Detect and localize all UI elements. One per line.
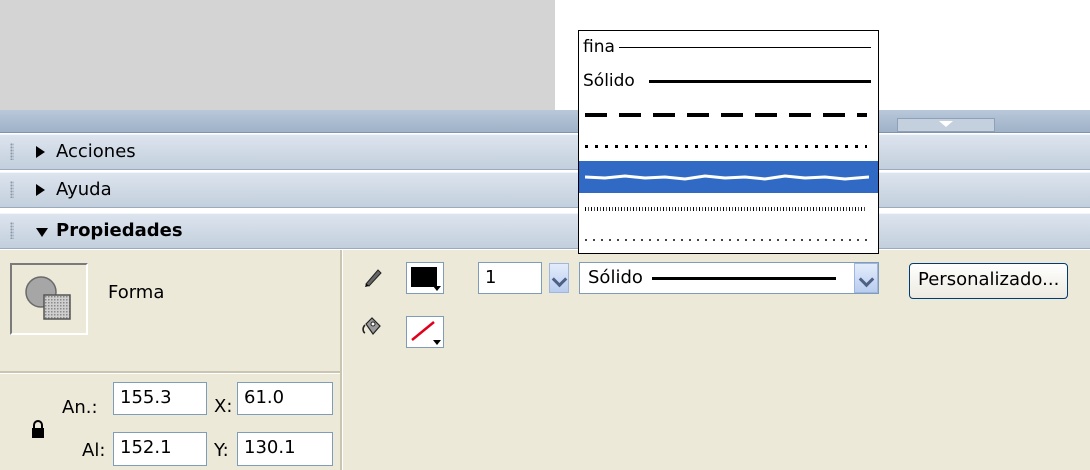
stippled-preview xyxy=(585,207,867,211)
panel-title: Acciones xyxy=(56,141,136,162)
chevron-down-icon xyxy=(858,271,875,288)
stroke-style-value: Sólido xyxy=(588,267,643,288)
width-label: An.: xyxy=(62,397,98,418)
x-label: X: xyxy=(214,396,233,417)
grip-icon[interactable] xyxy=(10,222,14,239)
collapse-arrow-icon xyxy=(939,121,953,127)
stroke-style-option-fina[interactable]: fina xyxy=(579,31,878,63)
panel-title: Ayuda xyxy=(56,179,112,200)
stroke-color-swatch[interactable] xyxy=(406,262,444,294)
stage-area xyxy=(0,0,555,110)
collapse-arrow-icon xyxy=(36,228,48,237)
height-label: Al: xyxy=(82,440,106,461)
hatched-preview xyxy=(585,239,867,241)
panel-title: Propiedades xyxy=(56,220,183,241)
stroke-style-dropdown-button[interactable] xyxy=(854,263,878,293)
custom-stroke-button[interactable]: Personalizado... xyxy=(909,263,1069,299)
dashed-preview xyxy=(585,113,867,117)
stroke-style-option-hatched[interactable] xyxy=(579,223,878,255)
lock-icon[interactable] xyxy=(30,420,46,440)
panel-header-acciones[interactable]: Acciones xyxy=(0,134,1090,170)
stroke-style-option-dotted[interactable] xyxy=(579,129,878,161)
pencil-icon xyxy=(365,269,382,287)
shape-icon xyxy=(25,276,71,320)
divider xyxy=(340,250,343,470)
expand-arrow-icon xyxy=(36,146,45,158)
collapse-panel-button[interactable] xyxy=(897,118,995,132)
panel-header-ayuda[interactable]: Ayuda xyxy=(0,172,1090,208)
expand-arrow-icon xyxy=(36,184,45,196)
option-label: fina xyxy=(583,37,615,57)
stroke-style-option-ragged[interactable] xyxy=(579,161,878,193)
grip-icon[interactable] xyxy=(10,181,14,198)
paint-bucket-icon xyxy=(362,317,381,335)
y-input[interactable]: 130.1 xyxy=(237,432,333,466)
solid-preview xyxy=(649,80,871,83)
stroke-style-option-dashed[interactable] xyxy=(579,97,878,129)
dotted-preview xyxy=(585,145,867,148)
grip-icon[interactable] xyxy=(10,143,14,160)
ragged-preview xyxy=(585,174,869,181)
stroke-style-option-solido[interactable]: Sólido xyxy=(579,65,878,97)
chevron-down-icon xyxy=(551,271,568,288)
shape-type-icon-box xyxy=(10,263,88,335)
hairline-preview xyxy=(619,47,871,48)
stroke-style-option-stippled[interactable] xyxy=(579,193,878,225)
x-input[interactable]: 61.0 xyxy=(237,382,333,415)
shape-type-label: Forma xyxy=(108,282,165,303)
stroke-color-fill xyxy=(411,267,437,287)
dropdown-arrow-icon xyxy=(433,286,441,291)
stroke-width-input[interactable]: 1 xyxy=(478,262,542,294)
dropdown-arrow-icon xyxy=(433,340,441,345)
divider xyxy=(0,371,340,374)
y-label: Y: xyxy=(214,440,229,461)
stroke-style-preview xyxy=(652,277,836,280)
stroke-width-dropdown-button[interactable] xyxy=(549,263,569,293)
panel-header-propiedades[interactable]: Propiedades xyxy=(0,213,1090,249)
height-input[interactable]: 152.1 xyxy=(113,432,207,466)
fill-color-swatch[interactable] xyxy=(406,316,444,348)
stroke-style-dropdown-list: fina Sólido xyxy=(578,30,879,254)
width-input[interactable]: 155.3 xyxy=(113,382,207,415)
no-color-icon xyxy=(410,320,438,342)
option-label: Sólido xyxy=(583,71,635,91)
stroke-style-select[interactable]: Sólido xyxy=(579,262,879,294)
